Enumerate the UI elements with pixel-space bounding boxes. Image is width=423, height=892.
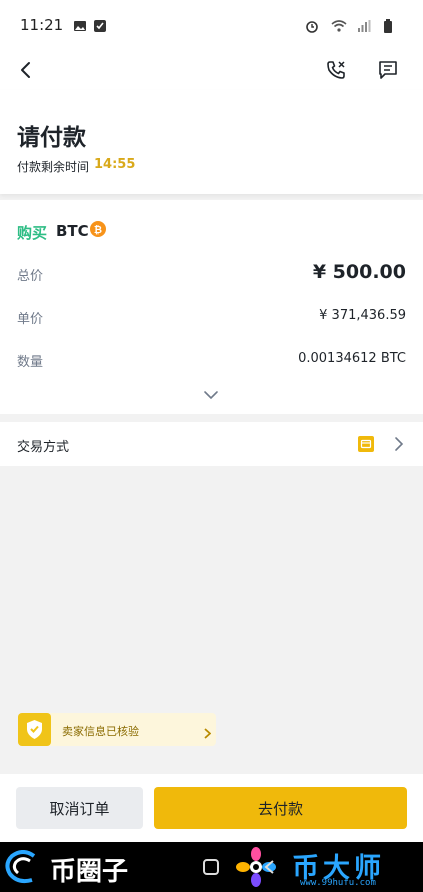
watermark-logo-left: 币圈子 (4, 848, 154, 887)
chevron-down-icon[interactable] (202, 386, 220, 400)
order-details-card: 购买 BTC ₿ 总价 ¥ 500.00 单价 ¥ 371,436.59 数量 … (0, 200, 423, 414)
go-pay-button[interactable]: 去付款 (154, 787, 407, 829)
cancel-order-button[interactable]: 取消订单 (16, 787, 143, 829)
system-nav-bar: 币圈子 币大师 www.99hufu.com (0, 842, 423, 892)
quantity-label: 数量 (17, 355, 44, 370)
alarm-icon (305, 18, 319, 33)
image-icon (73, 18, 87, 32)
payment-card-icon (358, 436, 374, 452)
bottom-action-bar: 取消订单 去付款 (0, 774, 423, 842)
status-bar: 11:21 (0, 0, 423, 50)
seller-verified-banner[interactable]: 卖家信息已核验 (18, 713, 216, 746)
bitcoin-icon: ₿ (90, 221, 106, 237)
chevron-right-icon (393, 436, 405, 452)
verified-shield-icon (18, 713, 51, 746)
payment-method-row[interactable]: 交易方式 (0, 422, 423, 466)
top-nav (0, 50, 423, 90)
watermark-ring-icon (4, 850, 42, 884)
chat-icon[interactable] (376, 58, 400, 82)
payment-header: 请付款 付款剩余时间 14:55 (0, 90, 423, 194)
countdown-timer: 14:55 (94, 157, 136, 172)
page-title: 请付款 (17, 125, 86, 151)
home-button-icon[interactable] (203, 859, 219, 875)
total-price-label: 总价 (17, 269, 44, 284)
payment-method-label: 交易方式 (17, 440, 70, 455)
back-arrow-icon[interactable] (14, 58, 38, 82)
signal-icon (357, 18, 371, 32)
watermark-left-text: 币圈子 (50, 857, 129, 887)
total-price-value: ¥ 500.00 (312, 261, 406, 283)
order-side: 购买 (17, 224, 48, 242)
phone-call-icon[interactable] (324, 58, 348, 82)
countdown-label: 付款剩余时间 (17, 160, 90, 174)
quantity-value: 0.00134612 BTC (298, 351, 406, 366)
watermark-right-url: www.99hufu.com (300, 878, 376, 888)
chevron-right-icon (204, 724, 212, 739)
status-time: 11:21 (20, 16, 64, 34)
unit-price-label: 单价 (17, 312, 44, 327)
unit-price-value: ¥ 371,436.59 (319, 308, 406, 323)
checkbox-icon (93, 18, 107, 32)
wifi-icon (331, 18, 347, 32)
watermark-logo-right: 币大师 www.99hufu.com (234, 844, 420, 890)
order-asset: BTC (56, 222, 89, 240)
seller-verified-text: 卖家信息已核验 (62, 725, 139, 738)
system-back-icon[interactable] (263, 859, 275, 875)
svg-text:₿: ₿ (94, 224, 102, 236)
battery-icon (383, 18, 397, 33)
